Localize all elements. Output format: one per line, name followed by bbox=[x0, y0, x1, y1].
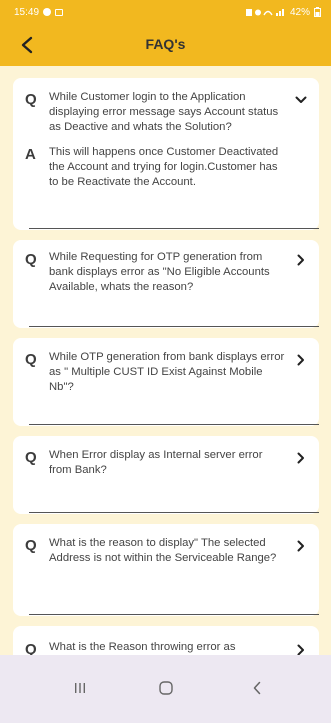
faq-question-row[interactable]: Q While OTP generation from bank display… bbox=[25, 350, 307, 395]
faq-question-text: When Error display as Internal server er… bbox=[49, 449, 263, 476]
question-label: Q bbox=[25, 449, 37, 466]
home-button[interactable] bbox=[146, 673, 186, 703]
recents-icon bbox=[75, 683, 85, 693]
faq-question-row[interactable]: Q When Error display as Internal server … bbox=[25, 448, 307, 478]
answer-label: A bbox=[25, 146, 36, 163]
home-icon bbox=[159, 681, 173, 695]
chevron-right-icon[interactable] bbox=[293, 538, 309, 554]
chevron-down-icon[interactable] bbox=[293, 92, 309, 108]
question-label: Q bbox=[25, 351, 37, 368]
faq-question-text: While OTP generation from bank displays … bbox=[49, 351, 285, 393]
status-left: 15:49 bbox=[14, 6, 64, 18]
faq-divider bbox=[29, 424, 319, 425]
faq-question-text: What is the reason to display" The selec… bbox=[49, 537, 277, 564]
status-time: 15:49 bbox=[14, 6, 40, 18]
chevron-right-icon[interactable] bbox=[293, 252, 309, 268]
faq-question-text: What is the Reason throwing error as "Co… bbox=[49, 641, 236, 653]
faq-question-row[interactable]: Q What is the reason to display" The sel… bbox=[25, 536, 307, 566]
faq-divider bbox=[29, 228, 319, 229]
faq-question-text: While Customer login to the Application … bbox=[49, 91, 279, 133]
faq-list[interactable]: Q While Customer login to the Applicatio… bbox=[0, 66, 331, 655]
system-nav-bar bbox=[0, 655, 331, 723]
faq-question-row[interactable]: Q While Customer login to the Applicatio… bbox=[25, 90, 307, 135]
chevron-right-icon[interactable] bbox=[293, 450, 309, 466]
question-label: Q bbox=[25, 537, 37, 554]
chat-notification-icon bbox=[43, 8, 52, 16]
question-label: Q bbox=[25, 91, 37, 108]
faq-item[interactable]: Q While OTP generation from bank display… bbox=[13, 338, 319, 426]
question-label: Q bbox=[25, 641, 37, 655]
battery-icon bbox=[314, 7, 321, 17]
gallery-notification-icon bbox=[55, 8, 64, 16]
faq-item[interactable]: Q What is the Reason throwing error as "… bbox=[13, 626, 319, 655]
app-header: FAQ's bbox=[0, 24, 331, 66]
page-title: FAQ's bbox=[145, 36, 186, 52]
chevron-right-icon[interactable] bbox=[293, 352, 309, 368]
faq-answer-text: This will happens once Customer Deactiva… bbox=[49, 146, 279, 188]
chevron-right-icon[interactable] bbox=[293, 642, 309, 655]
question-label: Q bbox=[25, 251, 37, 268]
signal-icon bbox=[245, 9, 284, 16]
faq-answer-row: A This will happens once Customer Deacti… bbox=[25, 145, 307, 190]
battery-level: 42% bbox=[289, 6, 310, 18]
nav-back-button[interactable] bbox=[237, 673, 277, 703]
faq-item[interactable]: Q While Requesting for OTP generation fr… bbox=[13, 240, 319, 328]
faq-divider bbox=[29, 512, 319, 513]
faq-question-row[interactable]: Q While Requesting for OTP generation fr… bbox=[25, 250, 307, 295]
faq-divider bbox=[29, 614, 319, 615]
status-bar: 15:49 42% bbox=[0, 0, 331, 24]
faq-question-text: While Requesting for OTP generation from… bbox=[49, 251, 270, 293]
recents-button[interactable] bbox=[60, 673, 100, 703]
faq-question-row[interactable]: Q What is the Reason throwing error as "… bbox=[25, 640, 307, 655]
faq-divider bbox=[29, 326, 319, 327]
app-screen: 15:49 42% FAQ's Q While Customer login t… bbox=[0, 0, 331, 723]
faq-item[interactable]: Q While Customer login to the Applicatio… bbox=[13, 78, 319, 230]
status-right: 42% bbox=[245, 6, 321, 18]
back-icon bbox=[253, 681, 261, 695]
faq-item[interactable]: Q What is the reason to display" The sel… bbox=[13, 524, 319, 616]
faq-item[interactable]: Q When Error display as Internal server … bbox=[13, 436, 319, 514]
